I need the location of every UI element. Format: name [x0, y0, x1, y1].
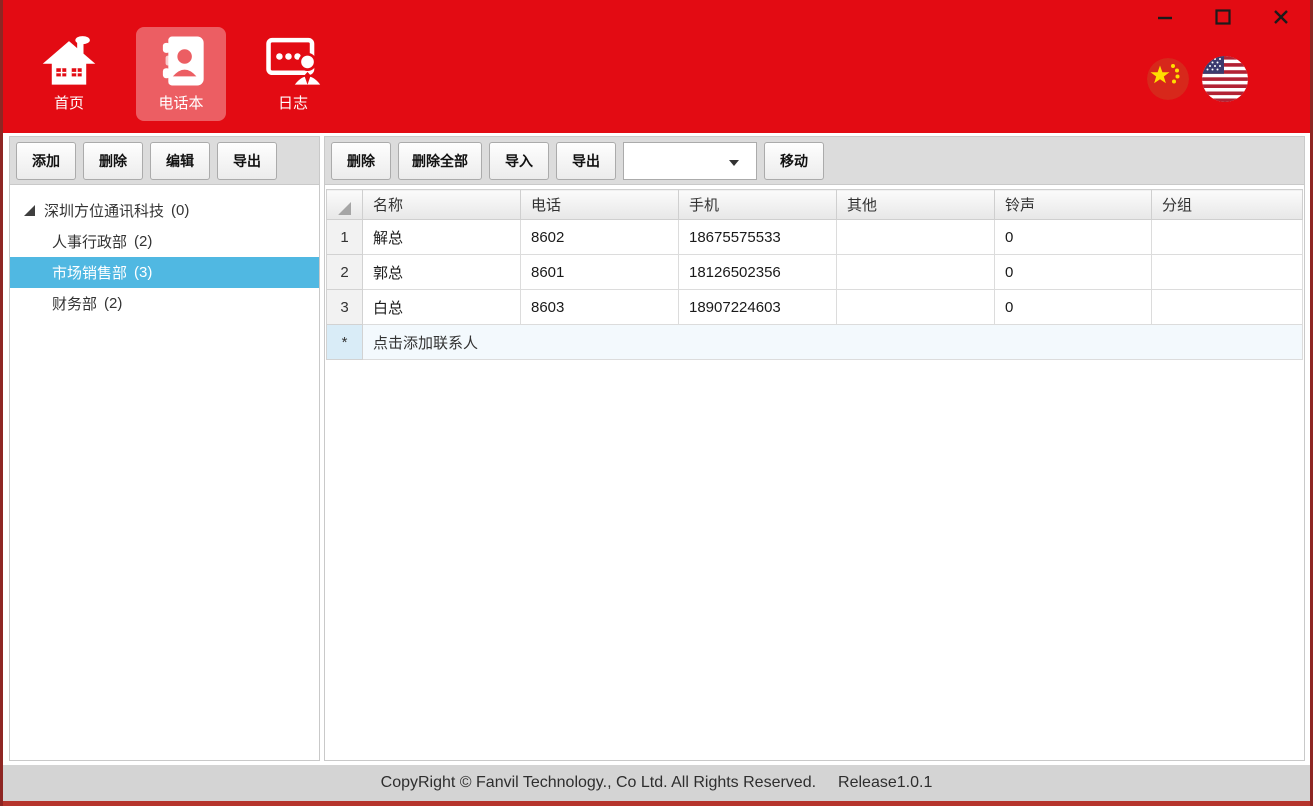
tree-item-sales[interactable]: 市场销售部 (3) [10, 257, 319, 288]
cell-phone[interactable]: 8601 [521, 255, 679, 290]
release-version: Release1.0.1 [838, 774, 932, 792]
phonebook-icon [152, 27, 210, 94]
nav-label-home: 首页 [54, 94, 84, 114]
group-dropdown[interactable] [623, 142, 757, 180]
cell-phone[interactable]: 8602 [521, 220, 679, 255]
cell-name[interactable]: 白总 [363, 290, 521, 325]
tree-root-count: (0) [171, 202, 189, 219]
row-header[interactable]: 2 [327, 255, 363, 290]
expander-icon[interactable] [24, 205, 35, 216]
china-flag-icon[interactable] [1147, 58, 1189, 100]
tree-item-hr[interactable]: 人事行政部 (2) [10, 226, 319, 257]
nav-label-log: 日志 [278, 94, 308, 114]
app-header: 首页 电话本 [3, 0, 1310, 133]
column-header-mobile[interactable]: 手机 [679, 190, 837, 220]
corner-triangle-icon [338, 202, 351, 215]
delete-group-button[interactable]: 删除 [83, 142, 143, 180]
column-header-other[interactable]: 其他 [837, 190, 995, 220]
app-window: 首页 电话本 [0, 0, 1313, 806]
nav-item-phonebook[interactable]: 电话本 [136, 27, 226, 121]
bottom-border [3, 801, 1310, 806]
add-group-button[interactable]: 添加 [16, 142, 76, 180]
delete-all-button[interactable]: 删除全部 [398, 142, 482, 180]
minimize-button[interactable] [1152, 5, 1178, 29]
export-contacts-button[interactable]: 导出 [556, 142, 616, 180]
main-nav: 首页 电话本 [24, 27, 338, 121]
close-button[interactable] [1268, 5, 1294, 29]
chevron-down-icon [729, 160, 739, 166]
select-all-corner[interactable] [327, 190, 363, 220]
contacts-toolbar: 删除 删除全部 导入 导出 移动 [325, 137, 1304, 185]
group-toolbar: 添加 删除 编辑 导出 [10, 137, 319, 185]
column-header-phone[interactable]: 电话 [521, 190, 679, 220]
cell-ring[interactable]: 0 [995, 220, 1152, 255]
new-row-header[interactable]: * [327, 325, 363, 360]
window-controls [1152, 5, 1294, 29]
column-header-name[interactable]: 名称 [363, 190, 521, 220]
cell-name[interactable]: 郭总 [363, 255, 521, 290]
cell-mobile[interactable]: 18126502356 [679, 255, 837, 290]
tree-item-count: (3) [134, 264, 152, 281]
export-group-button[interactable]: 导出 [217, 142, 277, 180]
cell-mobile[interactable]: 18907224603 [679, 290, 837, 325]
content-area: 添加 删除 编辑 导出 深圳方位通讯科技 (0) 人事行政部 (2) 市场销售部… [6, 136, 1307, 763]
contacts-grid-wrap: 名称 电话 手机 其他 铃声 分组 1 解总 8602 [325, 185, 1304, 360]
row-header[interactable]: 1 [327, 220, 363, 255]
language-switcher [1147, 56, 1248, 102]
table-row: 1 解总 8602 18675575533 0 [327, 220, 1303, 255]
tree-item-finance[interactable]: 财务部 (2) [10, 288, 319, 319]
copyright-text: CopyRight © Fanvil Technology., Co Ltd. … [381, 774, 816, 792]
new-contact-row: * 点击添加联系人 [327, 325, 1303, 360]
cell-name[interactable]: 解总 [363, 220, 521, 255]
us-flag-icon[interactable] [1202, 56, 1248, 102]
status-bar: CopyRight © Fanvil Technology., Co Ltd. … [3, 765, 1310, 801]
table-row: 2 郭总 8601 18126502356 0 [327, 255, 1303, 290]
cell-group[interactable] [1152, 255, 1303, 290]
nav-label-phonebook: 电话本 [158, 94, 203, 114]
cell-group[interactable] [1152, 290, 1303, 325]
edit-group-button[interactable]: 编辑 [150, 142, 210, 180]
group-panel: 添加 删除 编辑 导出 深圳方位通讯科技 (0) 人事行政部 (2) 市场销售部… [9, 136, 320, 761]
delete-contact-button[interactable]: 删除 [331, 142, 391, 180]
row-header[interactable]: 3 [327, 290, 363, 325]
import-button[interactable]: 导入 [489, 142, 549, 180]
tree-item-label: 人事行政部 [52, 231, 127, 252]
maximize-button[interactable] [1210, 5, 1236, 29]
group-tree: 深圳方位通讯科技 (0) 人事行政部 (2) 市场销售部 (3) 财务部 (2) [10, 185, 319, 319]
move-button[interactable]: 移动 [764, 142, 824, 180]
nav-item-log[interactable]: 日志 [248, 27, 338, 121]
table-row: 3 白总 8603 18907224603 0 [327, 290, 1303, 325]
cell-phone[interactable]: 8603 [521, 290, 679, 325]
cell-ring[interactable]: 0 [995, 290, 1152, 325]
tree-item-count: (2) [134, 233, 152, 250]
tree-root-label: 深圳方位通讯科技 [44, 200, 164, 221]
column-header-ring[interactable]: 铃声 [995, 190, 1152, 220]
cell-other[interactable] [837, 255, 995, 290]
cell-group[interactable] [1152, 220, 1303, 255]
cell-other[interactable] [837, 220, 995, 255]
cell-other[interactable] [837, 290, 995, 325]
nav-item-home[interactable]: 首页 [24, 27, 114, 121]
header-row: 名称 电话 手机 其他 铃声 分组 [327, 190, 1303, 220]
tree-item-label: 市场销售部 [52, 262, 127, 283]
cell-ring[interactable]: 0 [995, 255, 1152, 290]
contacts-panel: 删除 删除全部 导入 导出 移动 [324, 136, 1305, 761]
column-header-group[interactable]: 分组 [1152, 190, 1303, 220]
cell-mobile[interactable]: 18675575533 [679, 220, 837, 255]
add-contact-cell[interactable]: 点击添加联系人 [363, 325, 1303, 360]
log-icon [263, 27, 323, 94]
contacts-table: 名称 电话 手机 其他 铃声 分组 1 解总 8602 [326, 189, 1303, 360]
tree-root-item[interactable]: 深圳方位通讯科技 (0) [10, 195, 319, 226]
tree-item-count: (2) [104, 295, 122, 312]
home-icon [40, 27, 98, 94]
tree-item-label: 财务部 [52, 293, 97, 314]
